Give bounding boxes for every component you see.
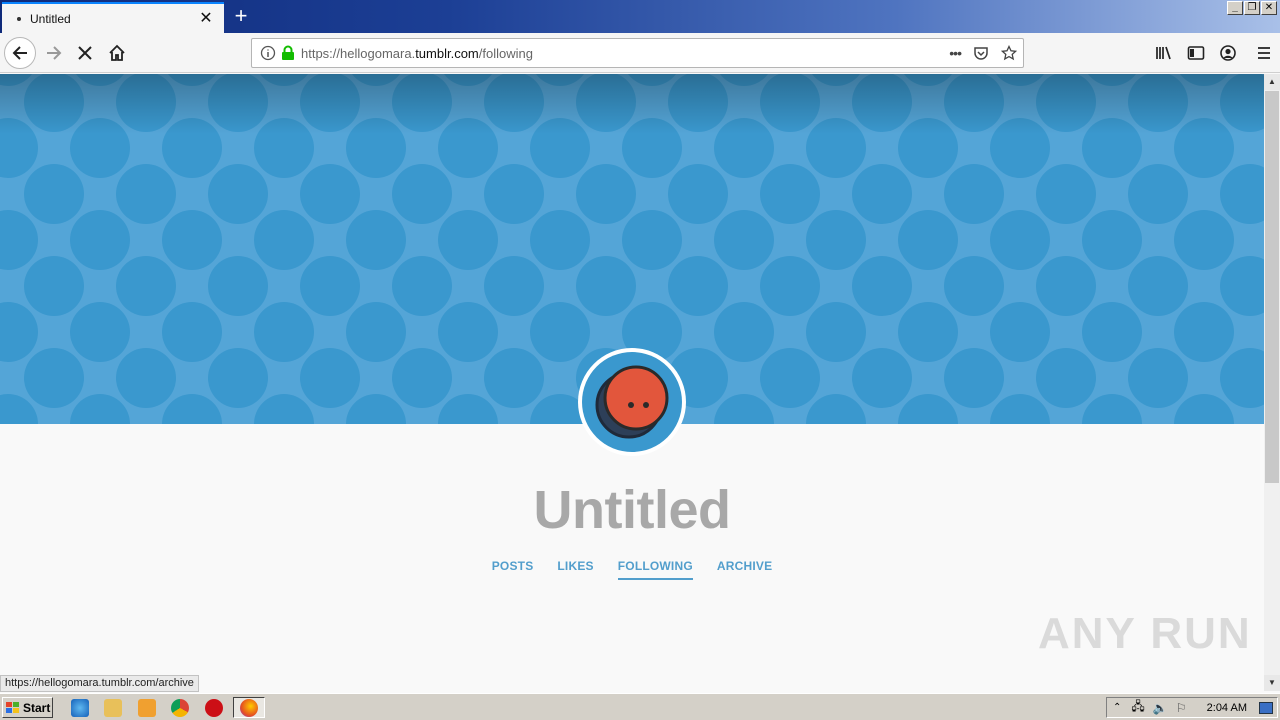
avatar-face-icon <box>582 352 682 452</box>
lock-icon[interactable] <box>281 45 295 61</box>
page-actions-icon[interactable]: ••• <box>949 45 962 61</box>
pocket-icon[interactable] <box>973 45 989 61</box>
loading-dot-icon <box>17 16 21 21</box>
url-actions: ••• <box>949 45 1017 61</box>
page-viewport: Untitled POSTS LIKES FOLLOWING ARCHIVE ANY … <box>0 74 1264 691</box>
forward-arrow-icon <box>47 46 62 60</box>
ie-icon[interactable] <box>71 699 89 717</box>
close-icon[interactable]: ✕ <box>198 10 214 27</box>
account-icon <box>1220 45 1236 61</box>
scrollbar-thumb[interactable] <box>1265 91 1279 483</box>
clock[interactable]: 2:04 AM <box>1207 702 1247 714</box>
network-icon[interactable]: 🖧 <box>1131 697 1144 718</box>
anyrun-watermark: ANY RUN <box>1038 609 1252 658</box>
home-button[interactable] <box>101 37 133 69</box>
action-center-flag-icon[interactable]: ⚐ <box>1176 701 1187 715</box>
status-link-preview: https://hellogomara.tumblr.com/archive <box>0 675 199 692</box>
info-icon[interactable] <box>260 45 276 61</box>
navigation-toolbar: https://hellogomara.tumblr.com/following… <box>0 33 1280 73</box>
url-bar[interactable]: https://hellogomara.tumblr.com/following… <box>251 38 1024 68</box>
blog-nav-archive[interactable]: ARCHIVE <box>717 559 772 580</box>
home-icon <box>109 44 125 61</box>
window-controls: _ ❐ ✕ <box>1227 1 1277 15</box>
header-shade <box>0 74 1264 134</box>
blog-nav-following[interactable]: FOLLOWING <box>617 559 693 580</box>
window-close-icon[interactable]: ✕ <box>1261 1 1277 15</box>
start-button[interactable]: Start <box>2 697 53 718</box>
start-label: Start <box>23 700 51 715</box>
menu-button[interactable] <box>1248 37 1280 69</box>
firefox-taskbar-button[interactable] <box>233 697 265 718</box>
explorer-folder-icon[interactable] <box>104 699 122 717</box>
back-arrow-icon <box>12 46 27 60</box>
stop-x-icon <box>78 46 92 60</box>
back-button[interactable] <box>4 37 36 69</box>
show-desktop-icon[interactable] <box>1259 701 1273 714</box>
tab-strip: Untitled ✕ + _ ❐ ✕ <box>0 0 1280 33</box>
url-text[interactable]: https://hellogomara.tumblr.com/following <box>301 46 949 61</box>
scroll-up-icon[interactable]: ▲ <box>1264 74 1280 90</box>
tray-expand-icon[interactable]: ⌃ <box>1113 702 1121 713</box>
stop-button[interactable] <box>69 37 101 69</box>
blog-nav-likes[interactable]: LIKES <box>557 559 593 580</box>
restore-icon[interactable]: ❐ <box>1244 1 1260 15</box>
windows-taskbar: Start ⌃ 🖧 🔈 ⚐ 2:04 AM <box>0 693 1280 720</box>
volume-icon[interactable]: 🔈 <box>1153 701 1168 715</box>
url-prefix: https://hellogomara. <box>301 45 416 61</box>
blog-title[interactable]: Untitled <box>0 479 1264 541</box>
firefox-icon <box>240 699 258 717</box>
minimize-icon[interactable]: _ <box>1227 1 1243 15</box>
vertical-scrollbar[interactable]: ▲ ▼ <box>1264 74 1280 691</box>
system-tray: ⌃ 🖧 🔈 ⚐ 2:04 AM <box>1106 697 1278 718</box>
toolbar-right <box>1148 37 1280 69</box>
media-player-icon[interactable] <box>138 699 156 717</box>
tab-title: Untitled <box>30 11 71 26</box>
chrome-icon[interactable] <box>171 699 189 717</box>
library-icon <box>1156 46 1171 60</box>
forward-button[interactable] <box>38 37 70 69</box>
scroll-down-icon[interactable]: ▼ <box>1264 675 1280 691</box>
bookmark-star-icon[interactable] <box>1001 45 1017 61</box>
hamburger-menu-icon <box>1258 47 1270 59</box>
tab-untitled[interactable]: Untitled ✕ <box>2 2 224 33</box>
sidebar-button[interactable] <box>1180 37 1212 69</box>
url-path: /following <box>478 45 533 61</box>
sidebar-icon <box>1187 46 1205 60</box>
windows-logo-icon <box>6 701 19 713</box>
account-button[interactable] <box>1212 37 1244 69</box>
url-domain: tumblr.com <box>415 45 479 61</box>
opera-icon[interactable] <box>205 699 223 717</box>
library-button[interactable] <box>1148 37 1180 69</box>
blog-navigation: POSTS LIKES FOLLOWING ARCHIVE <box>0 559 1264 580</box>
blog-avatar[interactable] <box>578 348 686 456</box>
new-tab-plus-icon[interactable]: + <box>229 4 253 28</box>
blog-nav-posts[interactable]: POSTS <box>492 559 534 580</box>
